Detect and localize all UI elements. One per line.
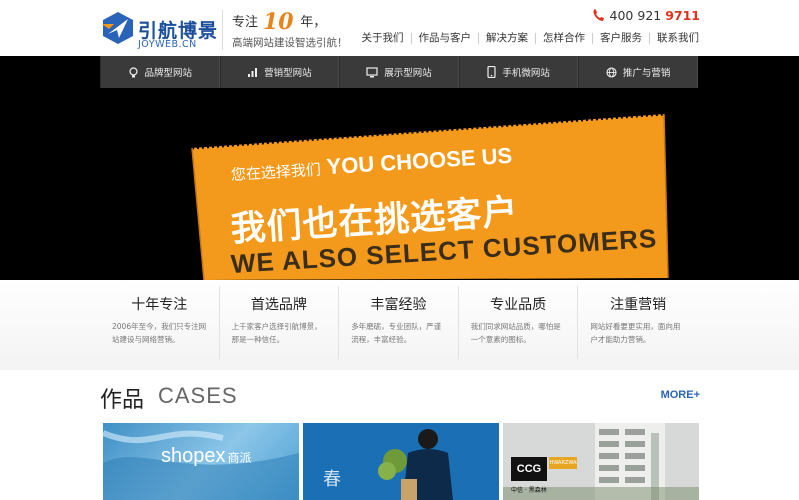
nav-service[interactable]: 客户服务 <box>592 33 649 44</box>
nav-cases[interactable]: 作品与客户 <box>410 33 479 44</box>
slogan-suffix: 年， <box>300 15 327 30</box>
ccg-subtitle: 中信 · 黑森林 <box>511 487 547 494</box>
category-label: 推广与营销 <box>622 68 671 79</box>
slogan: 专注 10 年， 高端网站建设智选引航！ <box>222 10 352 50</box>
case-thumb-ccg[interactable]: CCG SCHWARZWALD 中信 · 黑森林 <box>503 423 699 500</box>
bulb-icon <box>128 66 138 77</box>
cases-title-cn: 作品 <box>100 388 145 413</box>
ten-years-number: 10 <box>263 10 294 32</box>
hero-banner: 品牌型网站 营销型网站 展示型网站 手机微网站 推广与营销 您在选择我们 YOU … <box>0 56 799 280</box>
feature-desc: 网站好看要更实用，面向用户才能助力营销。 <box>590 322 681 344</box>
phone-number[interactable]: 400 921 9711 <box>592 8 700 23</box>
ten-years-mark: 10 <box>263 10 294 32</box>
monitor-icon <box>366 66 378 77</box>
logo[interactable]: 引航博景 JOYWEB.CN <box>100 10 220 50</box>
shopex-brand-en: shopex <box>161 445 226 467</box>
logo-text-en: JOYWEB.CN <box>138 39 197 50</box>
feature-item: 首选品牌 上千家客户选择引航博景，那是一种信任。 <box>220 286 340 359</box>
category-marketing-site[interactable]: 营销型网站 <box>219 56 340 88</box>
category-showcase-site[interactable]: 展示型网站 <box>339 56 459 88</box>
case-thumb-spring[interactable]: 春 <box>303 423 499 500</box>
cases-header: 作品 CASES MORE+ <box>100 382 700 413</box>
feature-item: 专业品质 我们同求网站品质，哪怕是一个意素的图标。 <box>459 286 579 359</box>
feature-item: 丰富经验 多年磨砺，专业团队，严谨流程，丰富经验。 <box>339 286 459 359</box>
nav-about[interactable]: 关于我们 <box>355 33 411 44</box>
category-label: 展示型网站 <box>384 68 432 79</box>
nav-contact[interactable]: 联系我们 <box>649 33 699 44</box>
mobile-icon <box>487 66 496 78</box>
cases-title-en: CASES <box>158 383 238 408</box>
banner-line-1-cn: 您在选择我们 <box>230 160 322 184</box>
slogan-subtitle: 高端网站建设智选引航！ <box>232 37 348 49</box>
category-brand-site[interactable]: 品牌型网站 <box>100 56 220 88</box>
case-thumbnails: shopex商派 春 CCG SCHWARZWALD 中信 · 黑森林 <box>103 423 699 500</box>
feature-title: 丰富经验 <box>370 297 427 313</box>
shopex-brand-cn: 商派 <box>227 451 252 465</box>
globe-icon <box>606 66 617 78</box>
phone-prefix: 400 921 <box>609 8 666 23</box>
phone-icon <box>593 9 604 21</box>
shopex-brand: shopex 商派 <box>161 445 252 468</box>
category-label: 营销型网站 <box>264 68 312 79</box>
feature-desc: 2006年至今，我们只专注网站建设与网络营销。 <box>112 322 207 344</box>
site-header: 引航博景 JOYWEB.CN 专注 10 年， 高端网站建设智选引航！ 400 … <box>0 0 799 56</box>
nav-solutions[interactable]: 解决方案 <box>478 33 535 44</box>
top-nav: 关于我们 作品与客户 解决方案 怎样合作 客户服务 联系我们 <box>355 33 699 44</box>
more-link[interactable]: MORE+ <box>661 389 700 401</box>
slogan-prefix: 专注 <box>232 15 259 30</box>
category-bar: 品牌型网站 营销型网站 展示型网站 手机微网站 推广与营销 <box>100 56 698 88</box>
features-row: 十年专注 2006年至今，我们只专注网站建设与网络营销。 首选品牌 上千家客户选… <box>100 280 698 365</box>
ccg-badge: CCG <box>511 457 547 481</box>
feature-desc: 我们同求网站品质，哪怕是一个意素的图标。 <box>470 322 561 344</box>
feature-item: 注重营销 网站好看要更实用，面向用户才能助力营销。 <box>578 286 698 359</box>
spring-text: 春 <box>323 469 341 490</box>
slogan-top: 专注 10 年， <box>232 10 352 32</box>
feature-item: 十年专注 2006年至今，我们只专注网站建设与网络营销。 <box>100 286 220 359</box>
feature-desc: 上千家客户选择引航博景，那是一种信任。 <box>231 322 322 344</box>
category-promotion[interactable]: 推广与营销 <box>578 56 698 88</box>
category-mobile-site[interactable]: 手机微网站 <box>458 56 579 88</box>
feature-desc: 多年磨砺，专业团队，严谨流程，丰富经验。 <box>351 322 442 344</box>
feature-title: 十年专注 <box>131 297 188 313</box>
nav-cooperation[interactable]: 怎样合作 <box>535 33 592 44</box>
feature-title: 首选品牌 <box>250 297 307 313</box>
category-label: 手机微网站 <box>502 68 550 79</box>
phone-highlight: 9711 <box>665 8 700 23</box>
category-label: 品牌型网站 <box>144 68 193 79</box>
bar-chart-icon <box>248 67 258 77</box>
logo-mark-icon <box>102 12 133 44</box>
schwarzwald-tag: SCHWARZWALD <box>549 457 577 469</box>
feature-title: 注重营销 <box>610 297 667 313</box>
feature-title: 专业品质 <box>490 297 547 313</box>
case-thumb-shopex[interactable]: shopex 商派 <box>103 423 299 500</box>
